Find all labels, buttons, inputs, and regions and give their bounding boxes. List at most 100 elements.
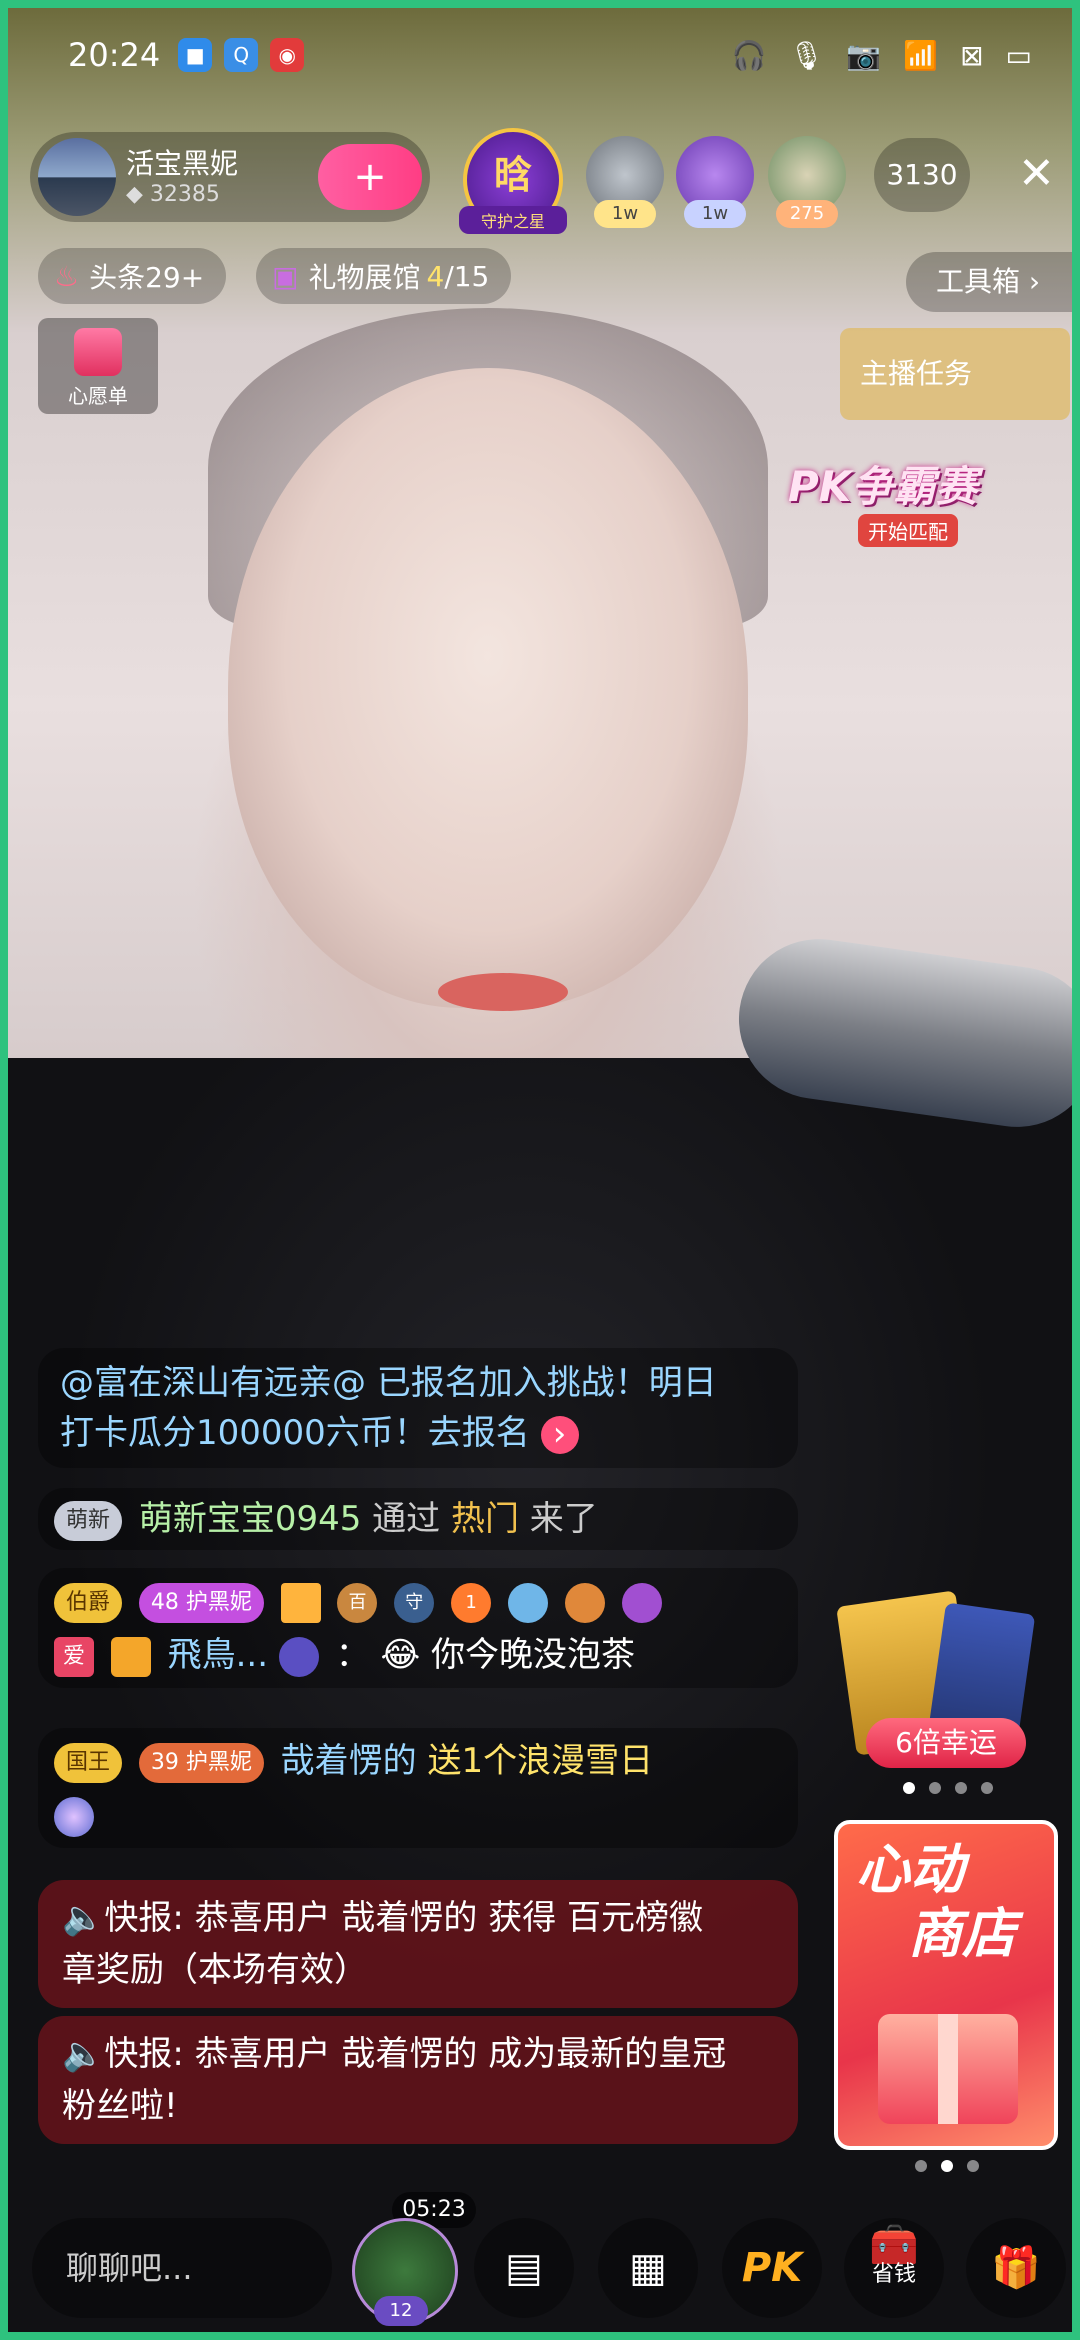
viewer-avatar-2[interactable]: 1w <box>676 136 754 228</box>
host-card[interactable]: 活宝黑妮 ◆ 32385 + <box>30 132 430 222</box>
fan-club-name: 护黑妮 <box>185 1589 252 1615</box>
fan-level-2: 39 <box>150 1749 179 1775</box>
guard-glyph: 晗 <box>493 153 532 197</box>
speaker-icon: 🔈 <box>62 2034 105 2074</box>
shop-title-1: 心动 <box>856 1838 964 1901</box>
badge-purple-icon <box>621 1582 662 1623</box>
mic-icon: 🎙 <box>788 38 825 72</box>
badge-gold-icon <box>564 1582 605 1623</box>
host-name: 活宝黑妮 <box>126 147 239 180</box>
status-bar: 20:24 ■ Q ◉ 🎧 🎙 📷 📶 ⊠ ▭ <box>68 30 1032 80</box>
gift-hall-total: /15 <box>444 259 490 293</box>
gift-text: 送1个浪漫雪日 <box>427 1741 654 1781</box>
guard-star-badge[interactable]: 晗 守护之星 <box>459 128 567 234</box>
viewer-tag-1: 1w <box>594 200 656 228</box>
fan-level: 48 <box>150 1589 179 1615</box>
gift-button[interactable]: 🎁 <box>966 2218 1066 2318</box>
crown-icon <box>280 1582 321 1623</box>
gift-box-icon <box>878 2014 1018 2124</box>
save-money-button[interactable]: 🧰 省钱 <box>844 2218 944 2318</box>
chat-message-2[interactable]: 国王 39 护黑妮 哉着愣的 送1个浪漫雪日 <box>38 1728 798 1848</box>
love-tag: 爱 <box>54 1636 94 1677</box>
streamer-mouth <box>438 973 568 1011</box>
viewer-avatar-3[interactable]: 275 <box>768 136 846 228</box>
entry-source: 热门 <box>450 1499 519 1539</box>
announcement-line-2: 打卡瓜分100000六币！去报名 <box>60 1413 530 1453</box>
lucky-pager <box>888 1782 1008 1794</box>
announcement-line-1: @富在深山有远亲@ 已报名加入挑战！明日 <box>60 1363 717 1403</box>
badge-hundred-icon: 百 <box>337 1582 378 1623</box>
chat-announcement[interactable]: @富在深山有远亲@ 已报名加入挑战！明日 打卡瓜分100000六币！去报名 › <box>38 1348 798 1468</box>
guard-label: 守护之星 <box>459 206 567 234</box>
news2-text2: 粉丝啦! <box>62 2086 178 2126</box>
app-blue-icon: ■ <box>178 38 213 72</box>
chat-message-1[interactable]: 伯爵 48 护黑妮 百 守 1 爱 飛鳥... ： 😂 你今晚没泡茶 <box>38 1568 798 1688</box>
live-room: 20:24 ■ Q ◉ 🎧 🎙 📷 📶 ⊠ ▭ 活宝黑妮 ◆ 32385 + 晗… <box>0 0 1080 2340</box>
gift-hall-current: 4 <box>426 259 445 293</box>
message-text: 你今晚没泡茶 <box>431 1635 636 1675</box>
treasure-chest-icon: 🧰 <box>869 2222 919 2268</box>
wishlist-icon <box>74 328 122 376</box>
news-flash-1: 🔈快报: 恭喜用户 哉着愣的 获得 百元榜徽 章奖励（本场有效） <box>38 1880 798 2008</box>
toolbox-button[interactable]: 工具箱 › <box>906 252 1072 312</box>
fan-club-name-2: 护黑妮 <box>185 1749 252 1775</box>
pager-dot <box>929 1782 941 1794</box>
pager-dot <box>955 1782 967 1794</box>
streamer-face <box>228 368 748 1008</box>
wishlist-button[interactable]: 心愿单 <box>38 318 158 414</box>
heart-shop-banner[interactable]: 心动 商店 <box>834 1820 1058 2150</box>
chat-input[interactable]: 聊聊吧... <box>32 2218 332 2318</box>
headline-label: 头条29+ <box>89 261 205 294</box>
entry-via: 通过 <box>372 1499 441 1539</box>
guard-badge-icon: 守 <box>394 1582 435 1623</box>
badge-blue-icon <box>507 1582 548 1623</box>
message-user[interactable]: 飛鳥... <box>168 1635 268 1675</box>
pager-dot <box>981 1782 993 1794</box>
laugh-emoji-icon: 😂 <box>380 1635 421 1675</box>
host-fans: ◆ 32385 <box>126 182 220 207</box>
lucky-cards-widget[interactable]: 6倍幸运 <box>836 1588 1046 1768</box>
viewer-avatar-1[interactable]: 1w <box>586 136 664 228</box>
gift-hall-icon: ▣ <box>272 259 299 293</box>
more-button[interactable]: ▦ <box>598 2218 698 2318</box>
announcement-arrow-icon[interactable]: › <box>540 1415 579 1454</box>
message-button[interactable]: ▤ <box>474 2218 574 2318</box>
user-badge-icon <box>278 1636 319 1677</box>
headphones-icon: 🎧 <box>731 38 767 72</box>
viewer-tag-2: 1w <box>684 200 746 228</box>
grid-icon: ▦ <box>629 2245 667 2291</box>
home-indicator <box>368 2336 728 2340</box>
pk-battle-banner[interactable]: PK争霸赛 开始匹配 <box>788 453 1008 547</box>
viewer-tag-3: 275 <box>776 200 838 228</box>
chat-entry: 萌新 萌新宝宝0945 通过 热门 来了 <box>38 1488 798 1550</box>
rank-earl-tag: 伯爵 <box>54 1582 123 1623</box>
shop-pager <box>902 2160 992 2172</box>
sim-x-icon: ⊠ <box>960 38 984 72</box>
fan-club-tag-2: 39 护黑妮 <box>138 1742 264 1783</box>
message-colon: ： <box>335 1635 370 1675</box>
save-money-label: 省钱 <box>871 2262 916 2287</box>
headline-pill[interactable]: ♨ 头条29+ <box>38 248 227 304</box>
rank-king-tag: 国王 <box>54 1742 123 1783</box>
gift-hall-pill[interactable]: ▣ 礼物展馆 4 /15 <box>256 248 512 304</box>
anchor-task-button[interactable]: 主播任务 <box>840 328 1070 420</box>
pager-dot <box>903 1782 915 1794</box>
pk-battle-title: PK争霸赛 <box>788 462 978 511</box>
rank-one-icon: 1 <box>451 1582 492 1623</box>
lucky-label: 6倍幸运 <box>866 1718 1026 1768</box>
pk-battle-subtitle: 开始匹配 <box>858 514 958 547</box>
host-avatar[interactable] <box>38 138 116 216</box>
pk-button[interactable]: PK <box>722 2218 822 2318</box>
gift-user[interactable]: 哉着愣的 <box>281 1741 417 1781</box>
wishlist-label: 心愿单 <box>68 384 128 408</box>
close-icon[interactable]: ✕ <box>1018 148 1055 199</box>
pager-dot <box>941 2160 953 2172</box>
news1-text2: 章奖励（本场有效） <box>62 1950 368 1990</box>
user-level-icon <box>110 1636 151 1677</box>
battery-icon: ▭ <box>1005 38 1032 72</box>
viewer-count[interactable]: 3130 <box>874 138 970 212</box>
app-q-icon: Q <box>224 38 259 72</box>
news1-text1: 恭喜用户 哉着愣的 获得 百元榜徽 <box>194 1898 704 1938</box>
entry-user[interactable]: 萌新宝宝0945 <box>139 1499 362 1539</box>
follow-button[interactable]: + <box>318 144 422 210</box>
